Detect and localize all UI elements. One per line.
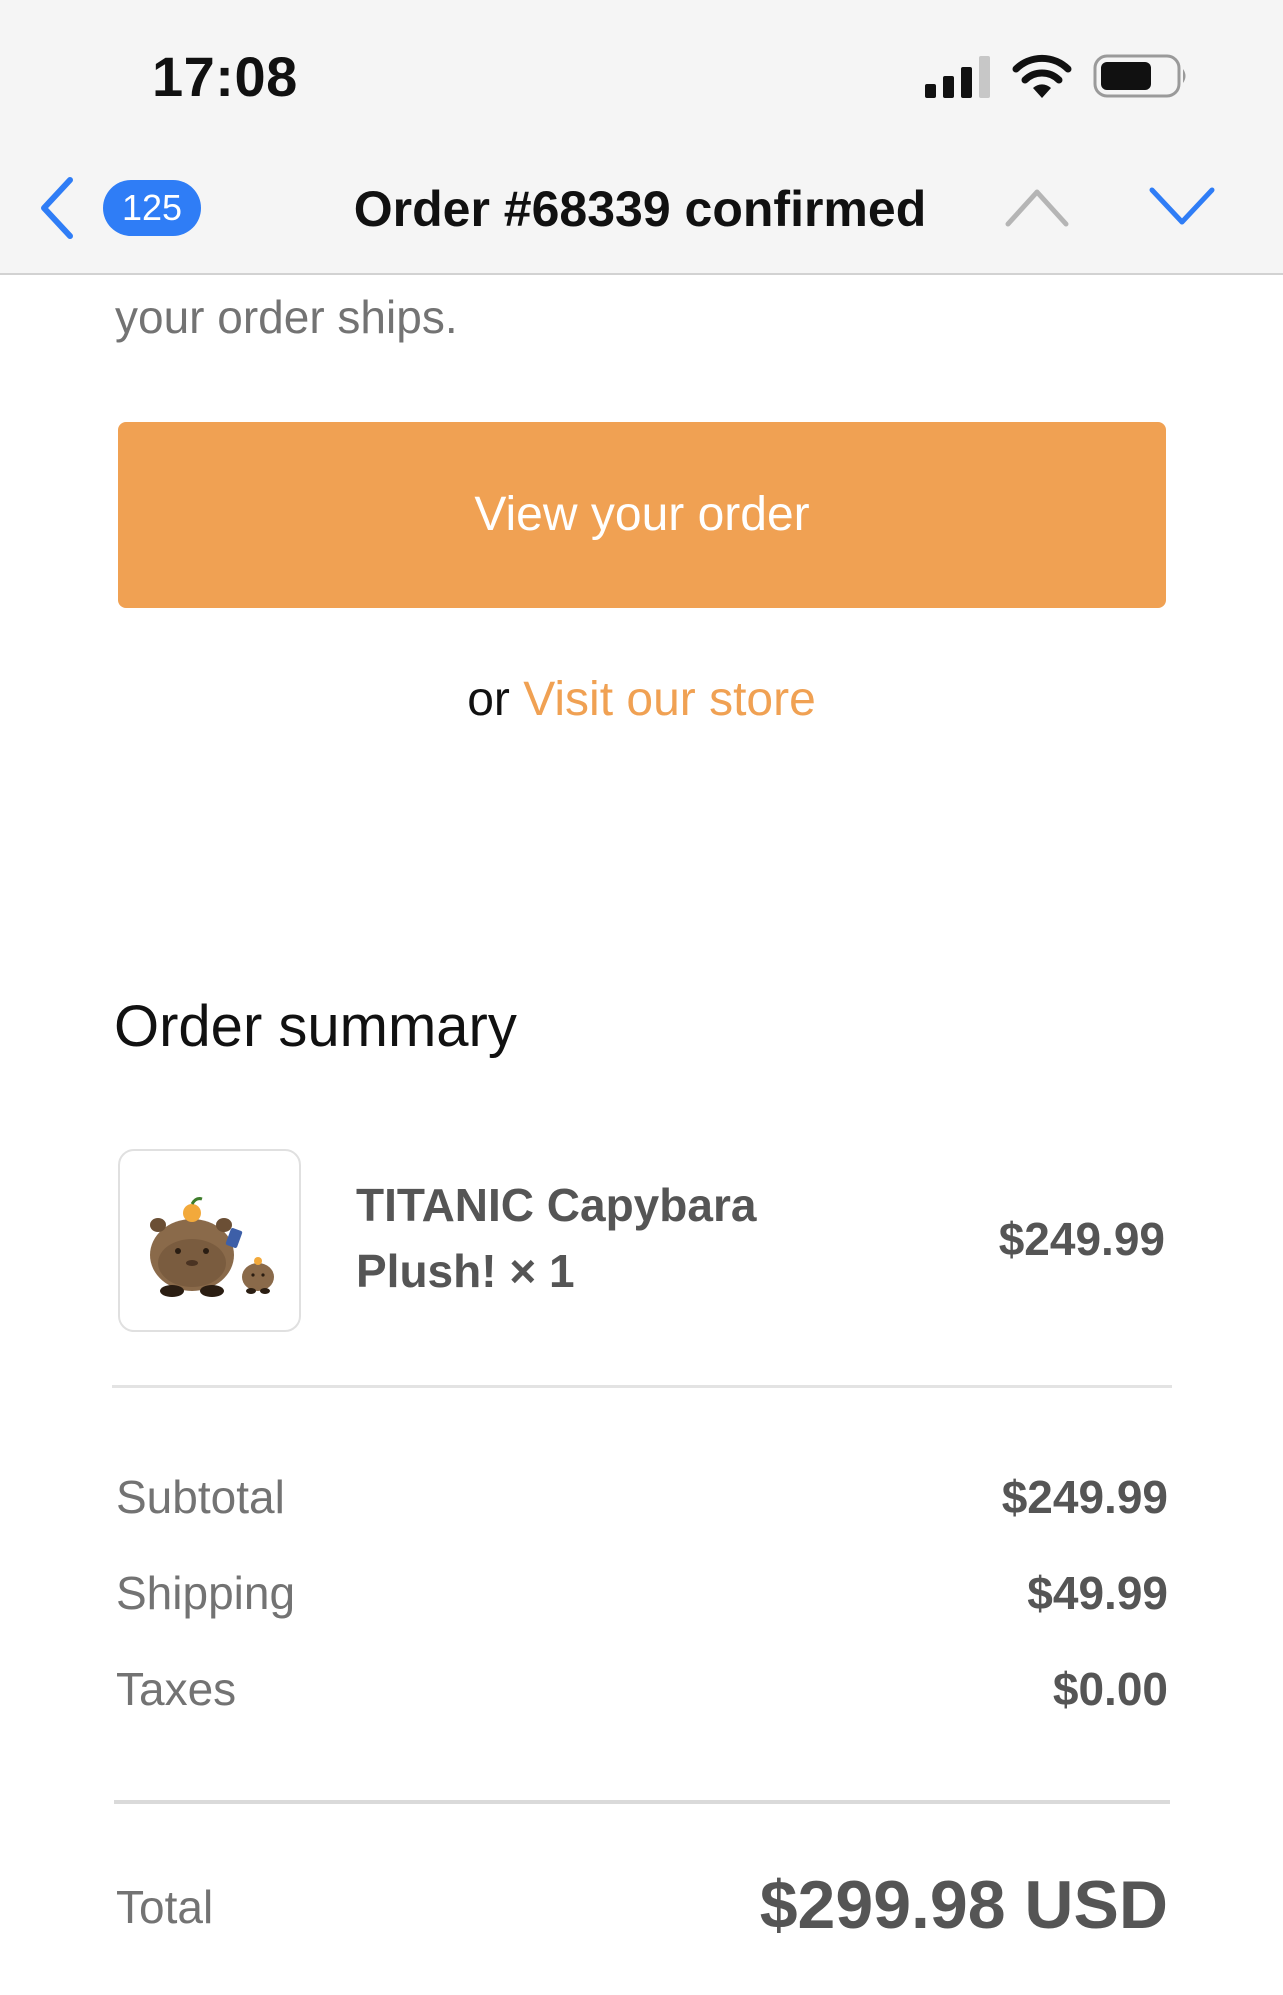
- taxes-value: $0.00: [1052, 1663, 1168, 1715]
- total-label: Total: [116, 1881, 214, 1933]
- alt-prefix: or: [467, 673, 510, 726]
- status-bar: 17:08: [0, 0, 1283, 150]
- chevron-left-icon[interactable]: [36, 174, 78, 242]
- unread-count-badge[interactable]: 125: [103, 180, 201, 236]
- divider: [112, 1385, 1172, 1388]
- battery-icon: [1093, 54, 1186, 98]
- capybara-plush-image: [150, 1197, 274, 1297]
- product-name: TITANIC Capybara Plush! × 1: [356, 1179, 757, 1297]
- shipping-value: $49.99: [1027, 1567, 1168, 1619]
- subtotal-label: Subtotal: [116, 1471, 285, 1523]
- taxes-label: Taxes: [116, 1663, 237, 1715]
- email-subject-title: Order #68339 confirmed: [353, 181, 927, 237]
- visit-store-line: or Visit our store: [0, 672, 1283, 727]
- total-value: $299.98 USD: [759, 1867, 1168, 1943]
- chevron-down-icon[interactable]: [1148, 184, 1216, 230]
- divider: [114, 1800, 1170, 1804]
- product-price: $249.99: [998, 1213, 1165, 1265]
- chevron-up-icon[interactable]: [1004, 184, 1070, 230]
- status-time: 17:08: [152, 45, 298, 108]
- product-thumbnail[interactable]: [118, 1149, 301, 1332]
- wifi-icon: [1012, 54, 1072, 98]
- subtotal-value: $249.99: [1001, 1471, 1168, 1523]
- view-order-button[interactable]: View your order: [118, 422, 1166, 608]
- cellular-signal-icon: [925, 56, 990, 98]
- order-summary-heading: Order summary: [114, 994, 517, 1059]
- shipping-label: Shipping: [116, 1567, 296, 1619]
- email-nav-bar: 125 Order #68339 confirmed: [0, 150, 1283, 275]
- visit-store-link[interactable]: Visit our store: [523, 673, 816, 726]
- intro-text-tail: your order ships.: [115, 291, 458, 343]
